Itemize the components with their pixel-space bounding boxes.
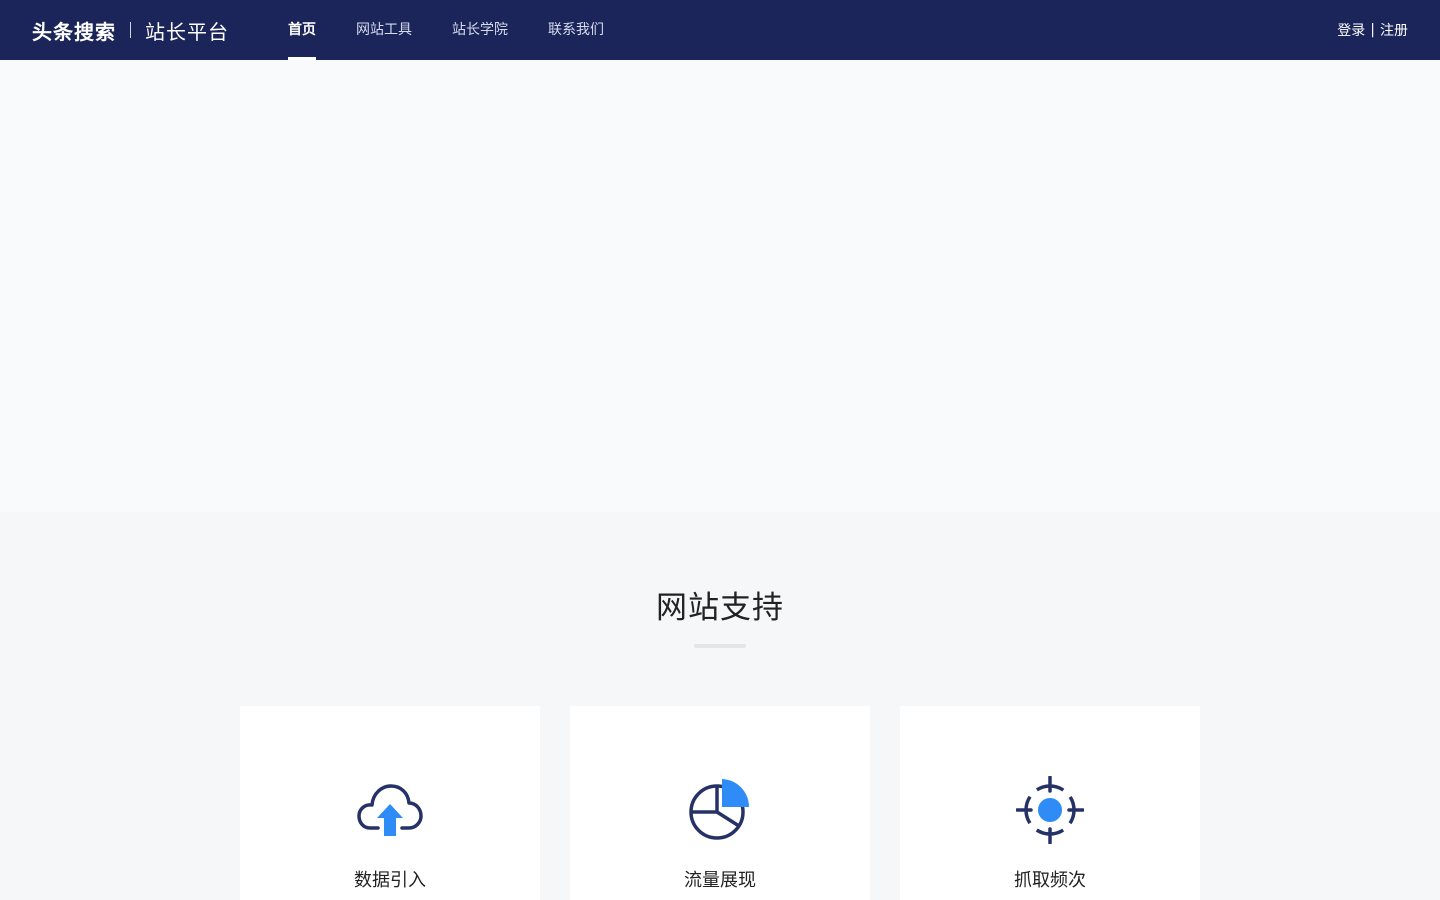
register-link[interactable]: 注册 (1380, 20, 1408, 40)
auth-separator: | (1370, 22, 1375, 38)
nav-item-contact-us[interactable]: 联系我们 (548, 0, 604, 60)
site-support-section: 网站支持 数据引入 流量展现 抓取频次 (0, 512, 1440, 900)
login-link[interactable]: 登录 (1337, 20, 1365, 40)
brand-sub-text: 站长平台 (145, 19, 229, 44)
nav-item-home[interactable]: 首页 (288, 0, 316, 60)
nav-item-site-tools[interactable]: 网站工具 (356, 0, 412, 60)
feature-card-traffic-display[interactable]: 流量展现 (570, 706, 870, 900)
title-underline (694, 644, 746, 648)
brand-divider (130, 22, 131, 38)
card-label: 流量展现 (684, 870, 756, 891)
brand-main-text: 头条搜索 (32, 19, 116, 44)
nav-item-webmaster-academy[interactable]: 站长学院 (452, 0, 508, 60)
auth-links: 登录 | 注册 (1337, 0, 1408, 60)
pie-chart-icon (689, 779, 749, 840)
crosshair-icon (1016, 776, 1084, 844)
card-label: 抓取频次 (1014, 870, 1086, 891)
card-label: 数据引入 (354, 870, 426, 891)
feature-card-crawl-frequency[interactable]: 抓取频次 (900, 706, 1200, 900)
brand-logo[interactable]: 头条搜索 站长平台 (32, 0, 229, 60)
cloud-upload-icon (357, 784, 423, 836)
top-navigation-bar: 头条搜索 站长平台 首页 网站工具 站长学院 联系我们 登录 | 注册 (0, 0, 1440, 60)
section-title: 网站支持 (656, 590, 784, 626)
feature-card-data-import[interactable]: 数据引入 (240, 706, 540, 900)
main-nav: 首页 网站工具 站长学院 联系我们 (288, 0, 644, 60)
hero-banner (0, 60, 1440, 512)
